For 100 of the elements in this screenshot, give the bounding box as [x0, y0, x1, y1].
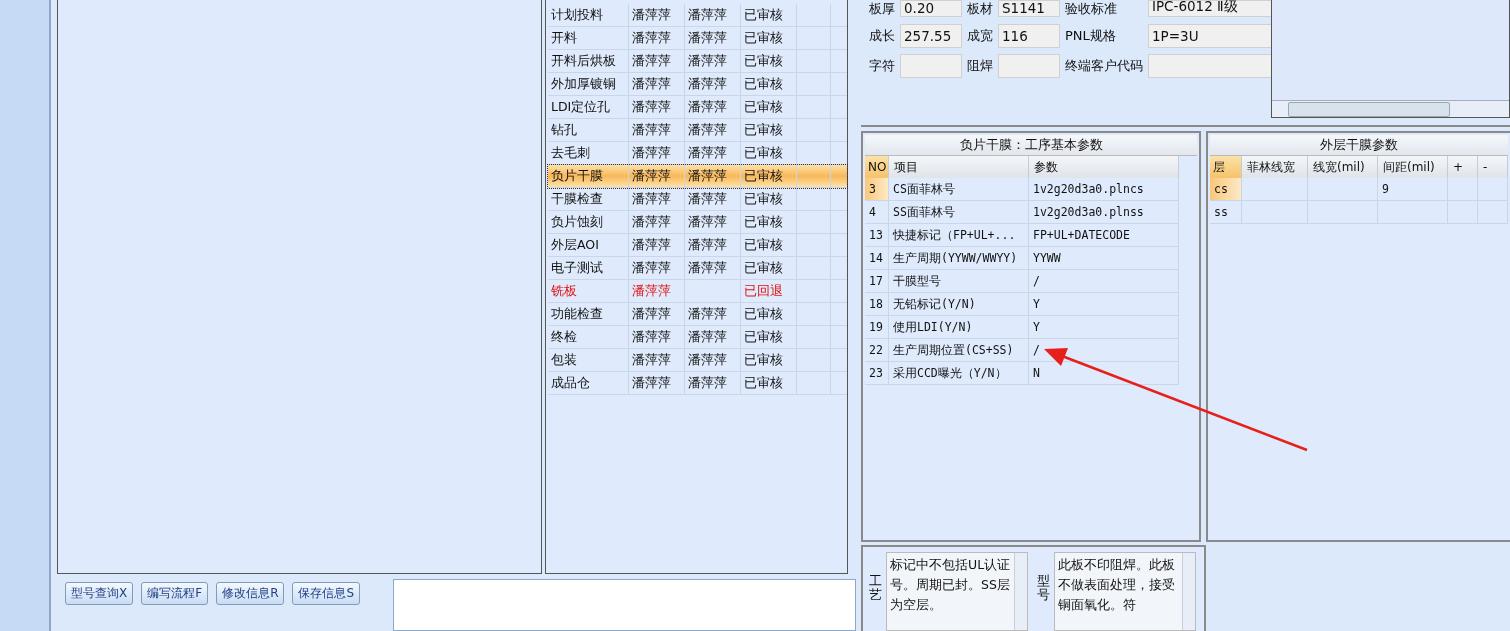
table-cell: 22	[865, 339, 889, 362]
action-button[interactable]: 编写流程F	[141, 582, 209, 605]
table-row[interactable]: 终检 潘萍萍 潘萍萍 已审核	[548, 326, 847, 349]
table-cell: 潘萍萍	[632, 351, 671, 369]
table-cell: LDI定位孔	[551, 98, 611, 116]
note-text: 标记中不包括UL认证号。周期已封。SS层为空层。	[889, 555, 1012, 614]
column-header[interactable]: +	[1448, 156, 1478, 178]
table-cell: CS面菲林号	[889, 178, 1029, 201]
table-cell: 已审核	[744, 167, 783, 185]
table-cell: ss	[1210, 201, 1242, 224]
table-cell: 生产周期(YYWW/WWYY)	[889, 247, 1029, 270]
input-field[interactable]: 1P=3U	[1148, 24, 1272, 48]
table-cell: 潘萍萍	[688, 167, 727, 185]
table-cell	[1448, 178, 1478, 201]
column-header[interactable]: -	[1478, 156, 1508, 178]
table-cell: 潘萍萍	[632, 305, 671, 323]
action-button[interactable]: 型号查询X	[65, 582, 134, 605]
input-field[interactable]: 257.55	[900, 24, 962, 48]
table-cell: 已审核	[744, 6, 783, 24]
text-field[interactable]	[393, 579, 856, 631]
table-cell: 潘萍萍	[632, 213, 671, 231]
table-cell: 生产周期位置(CS+SS)	[889, 339, 1029, 362]
table-row[interactable]: 成品仓 潘萍萍 潘萍萍 已审核	[548, 372, 847, 395]
table-row[interactable]: 电子测试 潘萍萍 潘萍萍 已审核	[548, 257, 847, 280]
table-cell: Y	[1029, 293, 1179, 316]
table-row[interactable]: 外层AOI 潘萍萍 潘萍萍 已审核	[548, 234, 847, 257]
table-cell: 已审核	[744, 190, 783, 208]
table-row[interactable]: 计划投料 潘萍萍 潘萍萍 已审核	[548, 4, 847, 27]
table-cell: 潘萍萍	[688, 190, 727, 208]
table-cell: 使用LDI(Y/N)	[889, 316, 1029, 339]
field-label: 阻焊	[967, 57, 993, 75]
table-row[interactable]: LDI定位孔 潘萍萍 潘萍萍 已审核	[548, 96, 847, 119]
table-row[interactable]: 负片干膜 潘萍萍 潘萍萍 已审核	[548, 165, 847, 188]
table-cell: 19	[865, 316, 889, 339]
table-cell: YYWW	[1029, 247, 1179, 270]
table-cell: 潘萍萍	[688, 121, 727, 139]
table-cell: 已审核	[744, 29, 783, 47]
column-header[interactable]: NO	[865, 156, 889, 178]
column-header[interactable]: 菲林线宽	[1242, 156, 1308, 178]
table-cell: 潘萍萍	[688, 374, 727, 392]
table-cell: 1v2g20d3a0.plncs	[1029, 178, 1179, 201]
table-row[interactable]: 负片蚀刻 潘萍萍 潘萍萍 已审核	[548, 211, 847, 234]
column-header[interactable]: 参数	[1029, 156, 1179, 178]
field-label: 终端客户代码	[1065, 57, 1143, 75]
field-label: 成宽	[967, 27, 993, 45]
table-cell: 成品仓	[551, 374, 590, 392]
input-field[interactable]	[1148, 54, 1272, 78]
scrollbar[interactable]	[1182, 552, 1195, 630]
table-row[interactable]: 铣板 潘萍萍 已回退	[548, 280, 847, 303]
table-row[interactable]: 干膜检查 潘萍萍 潘萍萍 已审核	[548, 188, 847, 211]
column-header[interactable]: 线宽(mil)	[1308, 156, 1378, 178]
table-cell: 已审核	[744, 98, 783, 116]
column-header[interactable]: 层	[1210, 156, 1242, 178]
table-row[interactable]: 功能检查 潘萍萍 潘萍萍 已审核	[548, 303, 847, 326]
table-cell: 1v2g20d3a0.plnss	[1029, 201, 1179, 224]
table-row[interactable]: 钻孔 潘萍萍 潘萍萍 已审核	[548, 119, 847, 142]
table-cell: 已审核	[744, 328, 783, 346]
table-cell: 潘萍萍	[632, 29, 671, 47]
action-button[interactable]: 保存信息S	[292, 582, 361, 605]
table-cell: 潘萍萍	[632, 167, 671, 185]
column-header[interactable]: 项目	[889, 156, 1029, 178]
input-field[interactable]: S1141	[998, 0, 1060, 17]
table-cell: 潘萍萍	[632, 236, 671, 254]
input-field[interactable]: 0.20	[900, 0, 962, 17]
action-button[interactable]: 修改信息R	[216, 582, 285, 605]
field-label: 验收标准	[1065, 0, 1118, 18]
table-cell: 开料	[551, 29, 577, 47]
scrollbar[interactable]	[1014, 552, 1027, 630]
table-cell: 潘萍萍	[632, 121, 671, 139]
table-row[interactable]: 外加厚镀铜 潘萍萍 潘萍萍 已审核	[548, 73, 847, 96]
table-row[interactable]: 包装 潘萍萍 潘萍萍 已审核	[548, 349, 847, 372]
note-field[interactable]: 标记中不包括UL认证号。周期已封。SS层为空层。	[886, 551, 1028, 631]
table-cell: 干膜型号	[889, 270, 1029, 293]
field-label: 字符	[869, 57, 895, 75]
note-field[interactable]: 此板不印阻焊。此板不做表面处理，接受铜面氧化。符	[1054, 551, 1196, 631]
scrollbar[interactable]	[1272, 100, 1509, 117]
table-cell: 潘萍萍	[688, 29, 727, 47]
table-cell	[1308, 178, 1378, 201]
table-row[interactable]: 开料后烘板 潘萍萍 潘萍萍 已审核	[548, 50, 847, 73]
input-field[interactable]	[900, 54, 962, 78]
input-field[interactable]: IPC-6012 Ⅱ级	[1148, 0, 1272, 17]
table-cell: 潘萍萍	[632, 52, 671, 70]
table-cell: 终检	[551, 328, 577, 346]
table-cell: Y	[1029, 316, 1179, 339]
table-cell: 钻孔	[551, 121, 577, 139]
input-field[interactable]	[998, 54, 1060, 78]
table-cell: 已审核	[744, 351, 783, 369]
input-field[interactable]: 116	[998, 24, 1060, 48]
table-cell	[1242, 201, 1308, 224]
table-cell: 潘萍萍	[632, 374, 671, 392]
field-label: 板厚	[869, 0, 895, 18]
table-cell: 潘萍萍	[688, 305, 727, 323]
table-cell: 潘萍萍	[632, 282, 671, 300]
table-cell: 已审核	[744, 374, 783, 392]
column-header[interactable]: 间距(mil)	[1378, 156, 1448, 178]
table-cell: 潘萍萍	[632, 98, 671, 116]
panel-title: 外层干膜参数	[1210, 135, 1508, 156]
table-cell: 外层AOI	[551, 236, 599, 254]
table-cell: 23	[865, 362, 889, 385]
table-row[interactable]: 开料 潘萍萍 潘萍萍 已审核	[548, 27, 847, 50]
